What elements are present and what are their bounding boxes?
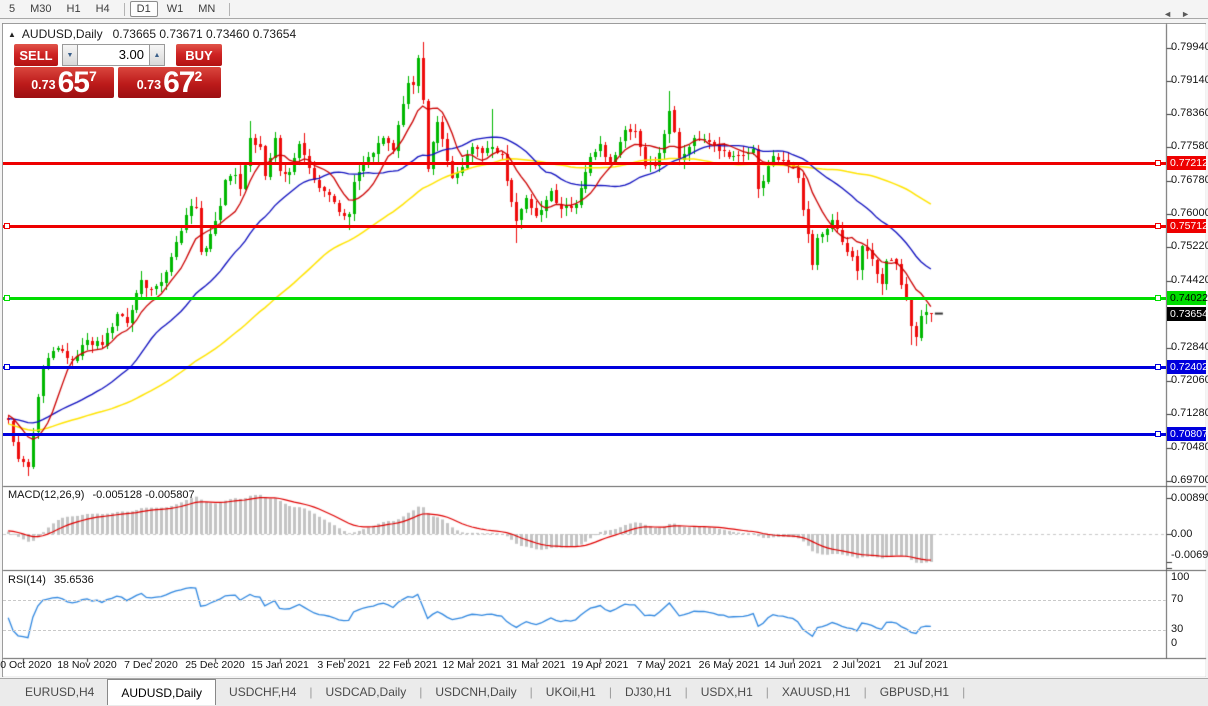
price-axis-tick: 0.74420 [1171,274,1208,286]
chart-tab-xauusd-h1[interactable]: XAUUSD,H1 [769,679,864,704]
x-axis-date-label: 7 Dec 2020 [116,659,186,671]
rsi-level-line-30 [3,630,1166,631]
ask-price-prefix: 0.73 [137,78,161,92]
x-axis-date-label: 18 Nov 2020 [52,659,122,671]
rsi-value: 35.6536 [54,574,94,586]
x-axis-date-label: 7 May 2021 [629,659,699,671]
price-axis-tick: 0.79140 [1171,74,1208,86]
hline-left-handle[interactable] [4,295,10,301]
hline-0.77212[interactable] [3,162,1166,165]
volume-increase-button[interactable]: ▲ [149,44,165,66]
tab-scroll-arrows: ◄ ► [1163,9,1190,19]
volume-input[interactable]: 3.00 [78,44,149,66]
chart-tab-usdcad-daily[interactable]: USDCAD,Daily [313,679,420,704]
x-axis-date-label: 22 Feb 2021 [373,659,443,671]
x-axis-date-label: 15 Jan 2021 [245,659,315,671]
chart-tab-eurusd-h4[interactable]: EURUSD,H4 [12,679,107,704]
chart-tab-gbpusd-h1[interactable]: GBPUSD,H1 [867,679,962,704]
bid-price-pip-digit: 7 [89,68,97,84]
x-axis-date-label: 25 Dec 2020 [180,659,250,671]
sell-button[interactable]: SELL [14,44,58,66]
hline-0.72402[interactable] [3,366,1166,369]
hline-left-handle[interactable] [4,364,10,370]
price-axis-tick: 0.76780 [1171,174,1208,186]
chart-tab-usdx-h1[interactable]: USDX,H1 [688,679,766,704]
x-axis-date-label: 3 Feb 2021 [309,659,379,671]
hline-right-handle[interactable] [1155,295,1161,301]
price-axis-badge: 0.70807 [1167,427,1206,441]
price-axis-tick: 0.79940 [1171,41,1208,53]
hline-0.70807[interactable] [3,433,1166,436]
x-axis-date-label: 21 Jul 2021 [886,659,956,671]
chart-tab-usdchf-h4[interactable]: USDCHF,H4 [216,679,309,704]
x-axis-date-label: 19 Apr 2021 [565,659,635,671]
volume-decrease-button[interactable]: ▼ [62,44,78,66]
ask-price-pip-digit: 2 [194,68,202,84]
collapse-panel-icon[interactable]: ▲ [8,30,16,39]
chevron-up-icon: ▲ [154,52,161,59]
chart-tab-usdcnh-daily[interactable]: USDCNH,Daily [422,679,529,704]
chart-tab-dj30-h1[interactable]: DJ30,H1 [612,679,685,704]
rsi-axis-tick: 30 [1171,623,1183,635]
hline-right-handle[interactable] [1155,431,1161,437]
macd-axis-tick: 0.00 [1171,528,1192,540]
price-axis-tick: 0.72060 [1171,374,1208,386]
x-axis-date-label: 14 Jun 2021 [758,659,828,671]
hline-right-handle[interactable] [1155,223,1161,229]
price-axis-badge: 0.72402 [1167,360,1206,374]
buy-button[interactable]: BUY [176,44,222,66]
bid-price-big-digits: 65 [58,70,89,96]
bid-price-prefix: 0.73 [31,78,55,92]
one-click-trade-panel: SELL ▼ 3.00 ▲ BUY 0.73 65 7 0.73 67 2 [14,44,222,98]
price-axis-tick: 0.70480 [1171,441,1208,453]
x-axis-date-label: 30 Oct 2020 [0,659,58,671]
tab-scroll-left-icon[interactable]: ◄ [1163,9,1172,19]
price-axis-badge: 0.74022 [1167,291,1206,305]
price-axis-tick: 0.78360 [1171,107,1208,119]
price-axis-badge: 0.75712 [1167,219,1206,233]
chart-symbol-label: AUDUSD,Daily [22,27,103,41]
x-axis-date-label: 31 Mar 2021 [501,659,571,671]
hline-right-handle[interactable] [1155,364,1161,370]
hline-0.75712[interactable] [3,225,1166,228]
price-axis-badge: 0.77212 [1167,156,1206,170]
rsi-axis-tick: 100 [1171,571,1189,583]
chart-tab-bar: EURUSD,H4AUDUSD,DailyUSDCHF,H4 | USDCAD,Da… [0,678,1208,706]
rsi-axis-tick: 0 [1171,637,1177,649]
macd-indicator-label: MACD(12,26,9) -0.005128 -0.005807 [8,489,195,501]
price-axis-tick: 0.72840 [1171,341,1208,353]
hline-left-handle[interactable] [4,223,10,229]
rsi-indicator-label: RSI(14) 35.6536 [8,574,94,586]
chart-title: ▲ AUDUSD,Daily 0.73665 0.73671 0.73460 0… [8,27,296,41]
macd-values: -0.005128 -0.005807 [92,489,194,501]
price-axis-tick: 0.75220 [1171,240,1208,252]
ask-price-big-digits: 67 [163,70,194,96]
hline-0.74022[interactable] [3,297,1166,300]
chart-tab-audusd-daily[interactable]: AUDUSD,Daily [107,679,216,705]
price-axis-tick: 0.76000 [1171,207,1208,219]
ask-price-button[interactable]: 0.73 67 2 [118,67,221,98]
chart-ohlc-values: 0.73665 0.73671 0.73460 0.73654 [113,27,297,41]
macd-axis-tick: 0.008903 [1171,492,1208,504]
tab-separator: | [962,679,965,704]
tab-scroll-right-icon[interactable]: ► [1181,9,1190,19]
x-axis-date-label: 2 Jul 2021 [822,659,892,671]
price-axis-tick: 0.71280 [1171,407,1208,419]
hline-right-handle[interactable] [1155,160,1161,166]
chart-tab-ukoil-h1[interactable]: UKOil,H1 [533,679,609,704]
bid-price-button[interactable]: 0.73 65 7 [14,67,114,98]
x-axis-date-label: 12 Mar 2021 [437,659,507,671]
rsi-level-line-70 [3,600,1166,601]
price-axis-tick: 0.69700 [1171,474,1208,486]
chevron-down-icon: ▼ [67,52,74,59]
macd-axis-tick: -0.006977 [1171,549,1208,561]
current-price-badge: 0.73654 [1167,307,1206,321]
price-axis-tick: 0.77580 [1171,140,1208,152]
rsi-axis-tick: 70 [1171,593,1183,605]
x-axis-date-label: 26 May 2021 [694,659,764,671]
